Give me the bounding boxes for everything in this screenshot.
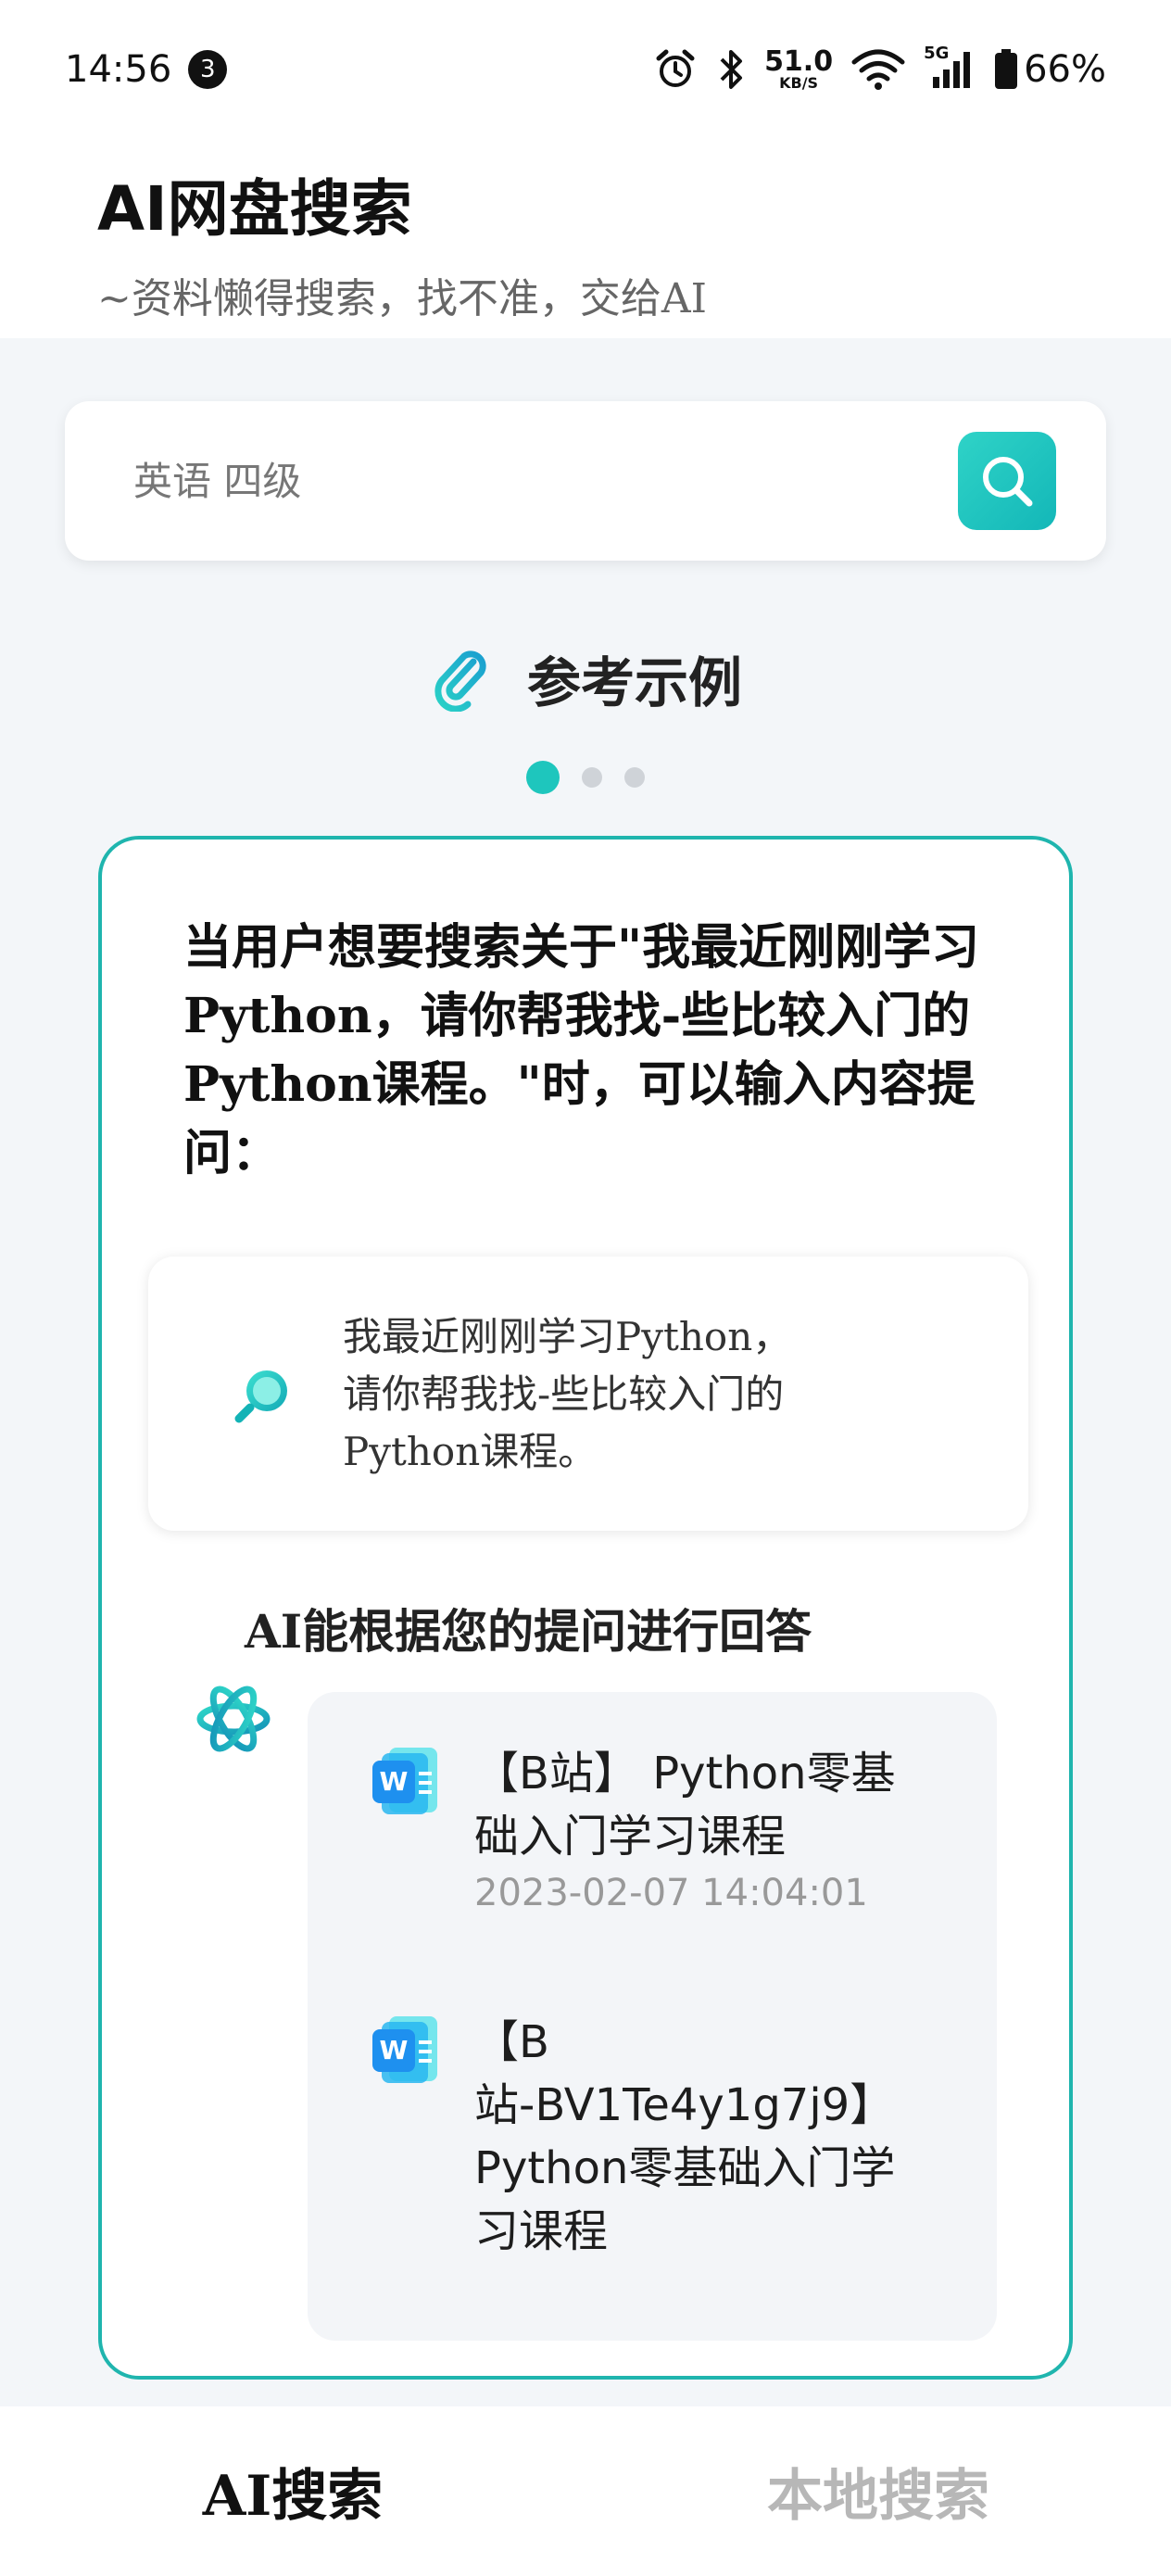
search-icon: [983, 457, 1033, 507]
example-card[interactable]: 当用户想要搜索关于"我最近刚刚学习Python，请你帮我找-些比较入门的Pyth…: [98, 836, 1073, 2380]
answer-caption: AI能根据您的提问进行回答: [245, 1604, 812, 1659]
result-info: 【B站】 Python零基 础入门学习课程 2023-02-07 14:04:0…: [474, 1742, 947, 1914]
carousel-dot-2[interactable]: [582, 767, 602, 788]
ai-result-panel: W 【B站】 Python零基 础入门学习课程 2023-02-07 14:04…: [308, 1692, 997, 2341]
bluetooth-icon: [716, 48, 746, 91]
tab-local-search[interactable]: 本地搜索: [586, 2451, 1171, 2532]
bottom-navigation: AI搜索 本地搜索: [0, 2406, 1171, 2576]
network-type: 5G: [924, 44, 950, 63]
result-item[interactable]: W 【B 站-BV1Te4y1g7j9】 Python零基础入门学 习课程: [372, 2011, 947, 2263]
cellular-signal-icon: 5G: [924, 44, 976, 90]
search-input[interactable]: [133, 458, 958, 504]
wifi-icon: [851, 49, 905, 90]
search-bar: [65, 401, 1106, 561]
prompt-line: 请你帮我找-些比较入门的: [343, 1371, 785, 1417]
net-speed-unit: KB/S: [779, 74, 819, 92]
status-bar: 14:56 3 51.0 KB/S 5G 66%: [0, 0, 1171, 139]
example-prompt-box: 我最近刚刚学习Python， 请你帮我找-些比较入门的 Python课程。: [148, 1256, 1028, 1531]
status-left: 14:56 3: [65, 48, 228, 91]
example-prompt-text: 我最近刚刚学习Python， 请你帮我找-些比较入门的 Python课程。: [343, 1308, 936, 1481]
carousel-dot-3[interactable]: [624, 767, 645, 788]
battery-level: 66%: [1024, 48, 1106, 91]
carousel-dot-1[interactable]: [526, 761, 560, 794]
net-speed-value: 51.0: [764, 45, 834, 78]
notification-badge: 3: [188, 50, 228, 89]
status-right: 51.0 KB/S 5G 66%: [653, 44, 1106, 92]
example-question: 当用户想要搜索关于"我最近刚刚学习Python，请你帮我找-些比较入门的Pyth…: [183, 919, 980, 1181]
app-header: AI网盘搜索 ~资料懒得搜索，找不准，交给AI: [0, 139, 1171, 338]
net-speed: 51.0 KB/S: [764, 48, 833, 91]
ai-logo-icon: [196, 1686, 271, 1752]
svg-text:W: W: [380, 2035, 409, 2065]
examples-header: 参考示例: [0, 637, 1171, 720]
battery: 66%: [994, 48, 1106, 91]
result-title-line: 【B: [474, 2016, 549, 2068]
result-item[interactable]: W 【B站】 Python零基 础入门学习课程 2023-02-07 14:04…: [372, 1742, 947, 1914]
main-content: 参考示例 当用户想要搜索关于"我最近刚刚学习Python，请你帮我找-些比较入门…: [0, 338, 1171, 2406]
result-title-line: 站-BV1Te4y1g7j9】: [474, 2079, 895, 2131]
result-title-line: 础入门学习课程: [474, 1811, 787, 1863]
tab-ai-search[interactable]: AI搜索: [0, 2451, 586, 2532]
clock: 14:56: [65, 48, 172, 91]
examples-title: 参考示例: [526, 651, 742, 714]
carousel-indicator: [0, 761, 1171, 794]
word-document-icon: W: [372, 2016, 437, 2083]
alarm-icon: [653, 47, 698, 92]
prompt-line: 我最近刚刚学习Python，: [343, 1314, 792, 1359]
search-button[interactable]: [958, 432, 1056, 530]
result-info: 【B 站-BV1Te4y1g7j9】 Python零基础入门学 习课程: [474, 2011, 947, 2263]
result-date: 2023-02-07 14:04:01: [474, 1872, 868, 1914]
result-title-line: 【B站】 Python零基: [474, 1748, 896, 1799]
magnifier-icon: [234, 1370, 287, 1423]
result-title-line: 习课程: [474, 2205, 609, 2257]
paperclip-icon: [434, 650, 486, 712]
svg-text:W: W: [380, 1766, 409, 1797]
word-document-icon: W: [372, 1748, 437, 1814]
result-title-line: Python零基础入门学: [474, 2142, 896, 2194]
battery-icon: [995, 49, 1018, 89]
prompt-line: Python课程。: [343, 1429, 598, 1474]
app-title: AI网盘搜索: [97, 173, 412, 245]
app-subtitle: ~资料懒得搜索，找不准，交给AI: [97, 275, 708, 322]
